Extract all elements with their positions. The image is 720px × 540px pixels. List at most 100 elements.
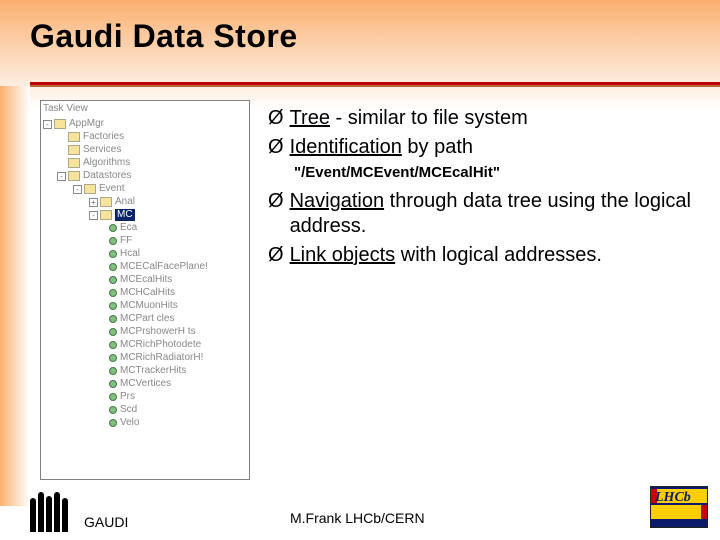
bullet-list: Ø Tree - similar to file system Ø Identi… bbox=[268, 100, 710, 480]
tree-item: MCTrackerHits bbox=[43, 365, 249, 378]
bullet-text: Tree - similar to file system bbox=[290, 106, 528, 131]
tree-label: Factories bbox=[83, 131, 124, 144]
tree-label: MCECalFacePlane! bbox=[120, 261, 208, 274]
tree-item: MCVertices bbox=[43, 378, 249, 391]
tree-label: Velo bbox=[120, 417, 139, 430]
object-icon bbox=[109, 276, 117, 284]
tree-label-selected: MC bbox=[115, 209, 135, 222]
bullet-item: Ø Identification by path bbox=[268, 135, 710, 160]
collapse-icon: - bbox=[89, 211, 98, 220]
tree-item: MCRichPhotodete bbox=[43, 339, 249, 352]
folder-icon bbox=[68, 158, 80, 168]
lhcb-logo: LHCb bbox=[650, 486, 708, 528]
tree-item: Prs bbox=[43, 391, 249, 404]
tree-label: Services bbox=[83, 144, 121, 157]
object-icon bbox=[109, 263, 117, 271]
object-icon bbox=[109, 237, 117, 245]
tree-label: MCTrackerHits bbox=[120, 365, 186, 378]
tree-label: FF bbox=[120, 235, 132, 248]
tree-item: MCECalFacePlane! bbox=[43, 261, 249, 274]
tree-label: MCMuonHits bbox=[120, 300, 178, 313]
tree-event: - Event bbox=[43, 183, 249, 196]
folder-icon bbox=[68, 171, 80, 181]
tree-label: MCRichRadiatorH! bbox=[120, 352, 203, 365]
tree-label: MCPrshowerH ts bbox=[120, 326, 196, 339]
page-title: Gaudi Data Store bbox=[0, 0, 720, 65]
tree-label: Eca bbox=[120, 222, 137, 235]
tree-item: + Anal bbox=[43, 196, 249, 209]
tree-label: Event bbox=[99, 183, 125, 196]
object-icon bbox=[109, 328, 117, 336]
object-icon bbox=[109, 289, 117, 297]
footer-center-label: M.Frank LHCb/CERN bbox=[290, 510, 425, 526]
object-icon bbox=[109, 367, 117, 375]
tree-label: Prs bbox=[120, 391, 135, 404]
side-gradient bbox=[0, 86, 30, 506]
folder-icon bbox=[100, 197, 112, 207]
tree-item: Services bbox=[43, 144, 249, 157]
tree-item: - Datastores bbox=[43, 170, 249, 183]
chevron-icon: Ø bbox=[268, 243, 284, 268]
tree-label: MCEcalHits bbox=[120, 274, 172, 287]
folder-icon bbox=[68, 145, 80, 155]
object-icon bbox=[109, 250, 117, 258]
expand-icon: + bbox=[89, 198, 98, 207]
tree-item: Hcal bbox=[43, 248, 249, 261]
bullet-text: Identification by path bbox=[290, 135, 473, 160]
folder-icon bbox=[84, 184, 96, 194]
object-icon bbox=[109, 341, 117, 349]
tree-item: MCEcalHits bbox=[43, 274, 249, 287]
bullet-text: Link objects with logical addresses. bbox=[290, 243, 602, 268]
tree-item: MCRichRadiatorH! bbox=[43, 352, 249, 365]
bullet-sub: "/Event/MCEvent/MCEcalHit" bbox=[294, 164, 710, 181]
folder-icon bbox=[68, 132, 80, 142]
title-rule bbox=[30, 82, 720, 87]
folder-icon bbox=[100, 210, 112, 220]
bullet-item: Ø Link objects with logical addresses. bbox=[268, 243, 710, 268]
bullet-text: Navigation through data tree using the l… bbox=[290, 189, 710, 239]
tree-label: MCHCalHits bbox=[120, 287, 175, 300]
tree-item: MCPrshowerH ts bbox=[43, 326, 249, 339]
tree-label: Datastores bbox=[83, 170, 131, 183]
folder-icon bbox=[54, 119, 66, 129]
object-icon bbox=[109, 315, 117, 323]
tree-item: MCPart cles bbox=[43, 313, 249, 326]
bullet-item: Ø Tree - similar to file system bbox=[268, 106, 710, 131]
tree-label: Scd bbox=[120, 404, 137, 417]
object-icon bbox=[109, 419, 117, 427]
tree-label: Algorithms bbox=[83, 157, 130, 170]
tree-item: FF bbox=[43, 235, 249, 248]
tree-label: MCRichPhotodete bbox=[120, 339, 201, 352]
tree-header: Task View bbox=[43, 103, 249, 118]
tree-label: Hcal bbox=[120, 248, 140, 261]
tree-item: Velo bbox=[43, 417, 249, 430]
tree-item: MCHCalHits bbox=[43, 287, 249, 300]
tree-label: MCPart cles bbox=[120, 313, 174, 326]
chevron-icon: Ø bbox=[268, 189, 284, 239]
object-icon bbox=[109, 393, 117, 401]
pillars-icon bbox=[30, 492, 68, 532]
collapse-icon: - bbox=[43, 120, 52, 129]
tree-item: Scd bbox=[43, 404, 249, 417]
footer-left: GAUDI bbox=[30, 492, 128, 532]
object-icon bbox=[109, 354, 117, 362]
tree-root: - AppMgr bbox=[43, 118, 249, 131]
content-area: Task View - AppMgr FactoriesServicesAlgo… bbox=[40, 100, 710, 480]
tree-item: Factories bbox=[43, 131, 249, 144]
collapse-icon: - bbox=[57, 172, 66, 181]
chevron-icon: Ø bbox=[268, 135, 284, 160]
object-icon bbox=[109, 302, 117, 310]
footer-left-label: GAUDI bbox=[78, 514, 128, 532]
tree-label: Anal bbox=[115, 196, 135, 209]
footer: GAUDI M.Frank LHCb/CERN LHCb bbox=[0, 486, 720, 532]
tree-label: MCVertices bbox=[120, 378, 171, 391]
object-icon bbox=[109, 380, 117, 388]
bullet-item: Ø Navigation through data tree using the… bbox=[268, 189, 710, 239]
task-tree-panel: Task View - AppMgr FactoriesServicesAlgo… bbox=[40, 100, 250, 480]
object-icon bbox=[109, 406, 117, 414]
tree-selected: - MC bbox=[43, 209, 249, 222]
tree-label: AppMgr bbox=[69, 118, 104, 131]
tree-item: Algorithms bbox=[43, 157, 249, 170]
tree-item: MCMuonHits bbox=[43, 300, 249, 313]
tree-item: Eca bbox=[43, 222, 249, 235]
